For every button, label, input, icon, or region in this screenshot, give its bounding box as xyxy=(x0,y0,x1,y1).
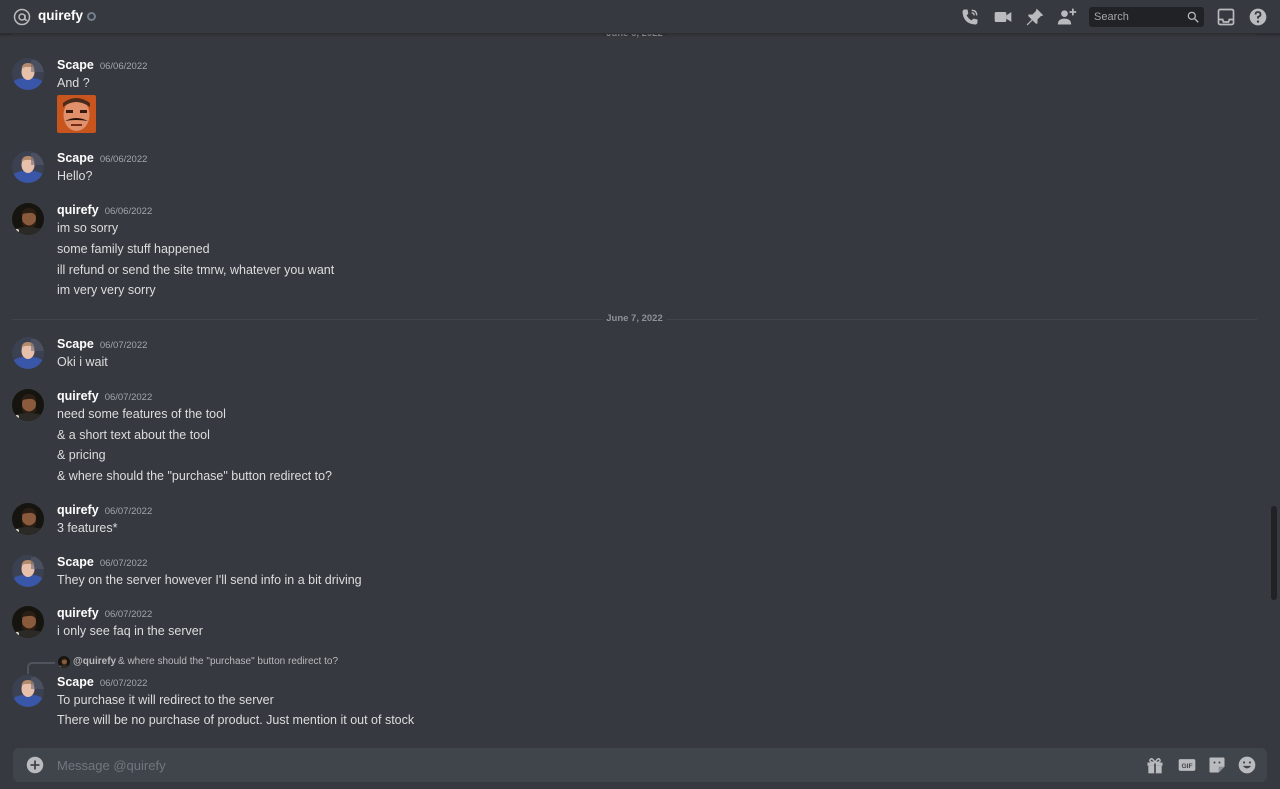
avatar[interactable] xyxy=(12,555,44,587)
message-text: And ? xyxy=(57,76,90,90)
timestamp: 06/06/2022 xyxy=(99,154,148,165)
message-input[interactable] xyxy=(57,748,1137,782)
message-text: To purchase it will redirect to the serv… xyxy=(57,693,274,707)
scrollbar-thumb[interactable] xyxy=(1271,506,1277,600)
emoji-image[interactable] xyxy=(57,95,96,133)
message-text: im so sorry xyxy=(57,221,119,235)
timestamp: 06/06/2022 xyxy=(104,206,153,217)
message-text: They on the server however I'll send inf… xyxy=(57,573,362,587)
author-name[interactable]: quirefy xyxy=(57,389,99,403)
message-composer: GIF xyxy=(13,748,1267,782)
date-divider: June 7, 2022 xyxy=(12,313,1257,324)
scrollbar[interactable] xyxy=(1270,34,1278,747)
date-divider-label: June 7, 2022 xyxy=(602,313,667,324)
sticker-icon[interactable] xyxy=(1207,755,1227,775)
inbox-icon[interactable] xyxy=(1216,7,1236,27)
reply-avatar xyxy=(58,656,70,668)
timestamp: 06/06/2022 xyxy=(99,61,148,72)
author-name[interactable]: Scape xyxy=(57,337,94,351)
reply-spine xyxy=(27,662,55,674)
message-text: need some features of the tool xyxy=(57,407,226,421)
avatar[interactable] xyxy=(12,503,44,535)
message-text: Oki i wait xyxy=(57,355,108,369)
message-text: some family stuff happened xyxy=(57,242,210,256)
message-text: i only see faq in the server xyxy=(57,624,203,638)
at-icon xyxy=(13,8,31,26)
timestamp: 06/07/2022 xyxy=(104,392,153,403)
author-name[interactable]: Scape xyxy=(57,151,94,165)
gift-icon[interactable] xyxy=(1145,755,1165,775)
search-icon xyxy=(1187,11,1199,23)
status-indicator xyxy=(87,12,96,21)
author-name[interactable]: Scape xyxy=(57,675,94,689)
avatar[interactable] xyxy=(12,58,44,90)
add-friend-icon[interactable] xyxy=(1057,7,1077,27)
message-text: & pricing xyxy=(57,448,106,462)
timestamp: 06/07/2022 xyxy=(99,678,148,689)
video-call-icon[interactable] xyxy=(993,7,1013,27)
reply-reference[interactable]: @quirefy & where should the "purchase" b… xyxy=(0,655,1260,674)
search-box[interactable] xyxy=(1089,7,1204,27)
author-name[interactable]: Scape xyxy=(57,555,94,569)
message-list: June 6, 2022 Scape 06/06/2022 And ? Scape… xyxy=(0,28,1270,747)
avatar[interactable] xyxy=(12,337,44,369)
author-name[interactable]: quirefy xyxy=(57,203,99,217)
avatar[interactable] xyxy=(12,389,44,421)
author-name[interactable]: Scape xyxy=(57,58,94,72)
timestamp: 06/07/2022 xyxy=(104,609,153,620)
author-name[interactable]: quirefy xyxy=(57,606,99,620)
phone-call-icon[interactable] xyxy=(960,7,980,27)
channel-header: quirefy xyxy=(0,0,1280,34)
avatar[interactable] xyxy=(12,675,44,707)
channel-name: quirefy xyxy=(38,8,84,23)
pin-icon[interactable] xyxy=(1025,7,1045,27)
gif-icon[interactable]: GIF xyxy=(1177,755,1197,775)
emoji-icon[interactable] xyxy=(1237,755,1257,775)
add-attachment-icon[interactable] xyxy=(26,756,44,774)
message-text: 3 features* xyxy=(57,521,118,535)
message-text: & a short text about the tool xyxy=(57,428,210,442)
search-input[interactable] xyxy=(1089,7,1184,27)
reply-username[interactable]: @quirefy xyxy=(73,656,116,667)
svg-text:GIF: GIF xyxy=(1181,763,1192,770)
message-text: ill refund or send the site tmrw, whatev… xyxy=(57,263,335,277)
message-text: im very very sorry xyxy=(57,283,156,297)
avatar[interactable] xyxy=(12,606,44,638)
avatar[interactable] xyxy=(12,203,44,235)
timestamp: 06/07/2022 xyxy=(99,340,148,351)
message-text: There will be no purchase of product. Ju… xyxy=(57,713,415,727)
message-text: & where should the "purchase" button red… xyxy=(57,469,333,483)
avatar[interactable] xyxy=(12,151,44,183)
message-text: Hello? xyxy=(57,169,93,183)
help-icon[interactable] xyxy=(1248,7,1268,27)
date-divider: June 6, 2022 xyxy=(12,28,1257,39)
timestamp: 06/07/2022 xyxy=(99,558,148,569)
author-name[interactable]: quirefy xyxy=(57,503,99,517)
reply-text[interactable]: & where should the "purchase" button red… xyxy=(118,656,338,667)
timestamp: 06/07/2022 xyxy=(104,506,153,517)
